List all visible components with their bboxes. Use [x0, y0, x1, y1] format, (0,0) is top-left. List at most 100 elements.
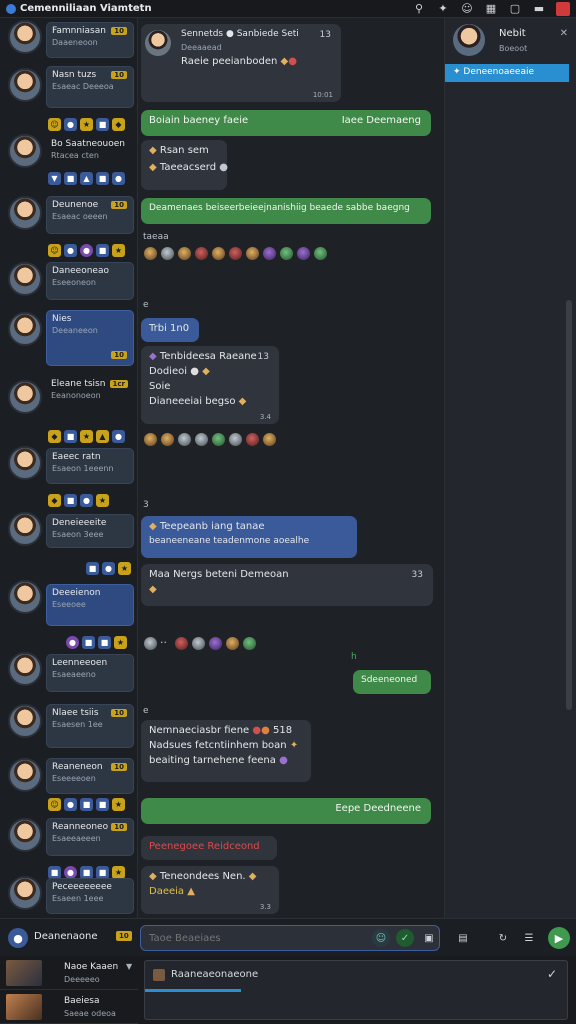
emoji-icon[interactable]: ■ [96, 244, 109, 257]
emoji-icon[interactable]: ★ [80, 118, 93, 131]
message-bubble[interactable]: Nemnaeciasbr fiene ●● 518 Nadsues fetcnt… [141, 720, 311, 782]
emoji-icon[interactable]: ● [80, 494, 93, 507]
emoji-icon[interactable]: ☺ [48, 244, 61, 257]
message-bubble[interactable]: Maa Nergs beteni Demeoan 33 ◆ [141, 564, 433, 606]
emoji-icon[interactable]: ★ [112, 798, 125, 811]
reaction-icon[interactable] [279, 246, 294, 261]
emoji-icon[interactable]: ■ [86, 562, 99, 575]
emoji-icon[interactable]: ■ [64, 430, 77, 443]
message-number: 13 [319, 30, 331, 40]
emoji-icon[interactable]: ● [64, 118, 77, 131]
send-button[interactable]: ▶ [548, 927, 570, 949]
scrollbar[interactable] [566, 300, 572, 710]
reaction-icon[interactable] [177, 432, 192, 447]
emoji-icon[interactable]: ☺ [48, 118, 61, 131]
reaction-icon[interactable] [174, 636, 189, 651]
reaction-icon[interactable] [228, 246, 243, 261]
emoji-icon[interactable]: ◆ [48, 430, 61, 443]
message-bubble[interactable]: ◆ Teneondees Nen. ◆ Daeeia ▲ 3.3 [141, 866, 279, 914]
emoji-icon[interactable]: ★ [112, 244, 125, 257]
reaction-icon[interactable] [228, 432, 243, 447]
message-bubble[interactable]: Eepe Deedneene [141, 798, 431, 824]
message-bubble[interactable]: ◆ Tenbideesa Raeane 13 Dodieoi ● ◆ Soie … [141, 346, 279, 424]
message-bubble[interactable]: ◆ Rsan sem ◆ Taeeacserd ● [141, 140, 228, 190]
list-item[interactable]: Naoe Kaaen Deeeeeo ▼ [0, 956, 138, 990]
editor-panel[interactable]: Raaneaeonaeone ✓ [144, 960, 568, 1020]
search-icon[interactable]: ⚲ [412, 2, 426, 16]
emoji-icon[interactable]: ● [102, 562, 115, 575]
reaction-icon[interactable] [194, 432, 209, 447]
reaction-icon[interactable] [143, 432, 158, 447]
message-bubble[interactable]: ◆ Teepeanb iang tanae beaneeneane teaden… [141, 516, 357, 558]
emoji-icon[interactable]: ★ [114, 636, 127, 649]
reaction-icon[interactable] [242, 636, 257, 651]
emoji-icon[interactable]: ■ [82, 636, 95, 649]
emoji-icon[interactable]: ● [64, 244, 77, 257]
refresh-icon[interactable]: ↻ [494, 929, 512, 947]
chevron-down-icon[interactable]: ▼ [126, 962, 132, 971]
attach-icon[interactable]: ✓ [396, 929, 414, 947]
reaction-icon[interactable] [211, 432, 226, 447]
emoji-icon[interactable]: ☺ [48, 798, 61, 811]
grid-icon[interactable]: ▦ [484, 2, 498, 16]
emoji-icon[interactable]: ■ [80, 798, 93, 811]
emoji-icon[interactable]: ● [64, 798, 77, 811]
reaction-icon[interactable] [262, 246, 277, 261]
reaction-icon[interactable] [262, 432, 277, 447]
message-bubble[interactable]: Boiain baeney faeie Iaee Deemaeng [141, 110, 431, 136]
reaction-icon[interactable] [296, 246, 311, 261]
reaction-icon[interactable] [211, 246, 226, 261]
emoji-icon[interactable]: ● [80, 244, 93, 257]
emoji-icon[interactable]: ■ [96, 172, 109, 185]
message-input[interactable] [140, 925, 440, 951]
emoji-icon[interactable]: ◆ [48, 494, 61, 507]
emoji-icon[interactable]: ■ [96, 798, 109, 811]
emoji-icon[interactable]: ● [112, 430, 125, 443]
profile-icon[interactable]: ☺ [460, 2, 474, 16]
sticker-icon[interactable]: ▣ [420, 929, 438, 947]
reaction-icon[interactable] [245, 432, 260, 447]
message-bubble[interactable]: Peenegoee Reidceond [141, 836, 277, 860]
reaction-icon[interactable] [160, 432, 175, 447]
pin-icon[interactable]: ✦ [436, 2, 450, 16]
message-bubble[interactable]: Deamenaes beiseerbeieejnanishiig beaede … [141, 198, 431, 224]
close-icon[interactable]: ✕ [560, 28, 568, 39]
emoji-icon[interactable]: ★ [118, 562, 131, 575]
selected-item[interactable]: ✦ Deneenoaeeaie [445, 64, 569, 82]
account-icon[interactable]: ● [8, 928, 28, 948]
window-icon[interactable]: ▢ [508, 2, 522, 16]
emoji-icon[interactable]: ★ [80, 430, 93, 443]
menu-icon[interactable]: ☰ [520, 929, 538, 947]
emoji-icon[interactable]: ■ [98, 636, 111, 649]
image-icon[interactable]: ▤ [454, 929, 472, 947]
close-button[interactable] [556, 1, 570, 16]
message-bubble[interactable]: Trbi 1n0 [141, 318, 199, 342]
emoji-icon[interactable]: ■ [64, 494, 77, 507]
reaction-icon[interactable] [313, 246, 328, 261]
reaction-icon[interactable] [143, 636, 158, 651]
reaction-icon[interactable] [225, 636, 240, 651]
emoji-icon[interactable]: ■ [96, 118, 109, 131]
emoji-icon[interactable]: ● [66, 636, 79, 649]
emoji-icon[interactable]: ◆ [112, 118, 125, 131]
emoji-icon[interactable]: ▲ [80, 172, 93, 185]
check-icon[interactable]: ✓ [547, 967, 557, 981]
emoji-icon[interactable]: ■ [64, 172, 77, 185]
reaction-icon[interactable] [160, 246, 175, 261]
minimize-icon[interactable]: ▬ [532, 2, 546, 16]
emoji-icon[interactable]: ☺ [372, 929, 390, 947]
reaction-icon[interactable] [208, 636, 223, 651]
list-item[interactable]: Baeiesa Saeae odeoa [0, 990, 138, 1024]
count-badge: 10 [111, 27, 127, 35]
emoji-icon[interactable]: ▲ [96, 430, 109, 443]
emoji-icon[interactable]: ● [112, 172, 125, 185]
emoji-icon[interactable]: ★ [96, 494, 109, 507]
reaction-icon[interactable] [194, 246, 209, 261]
message-bubble[interactable]: Sennetds ● Sanbiede Seti 13 Deeaaead Rae… [141, 24, 341, 102]
reaction-icon[interactable] [191, 636, 206, 651]
reaction-icon[interactable] [245, 246, 260, 261]
emoji-icon[interactable]: ▼ [48, 172, 61, 185]
message-bubble[interactable]: Sdeeneoned [353, 670, 431, 694]
reaction-icon[interactable] [177, 246, 192, 261]
reaction-icon[interactable] [143, 246, 158, 261]
